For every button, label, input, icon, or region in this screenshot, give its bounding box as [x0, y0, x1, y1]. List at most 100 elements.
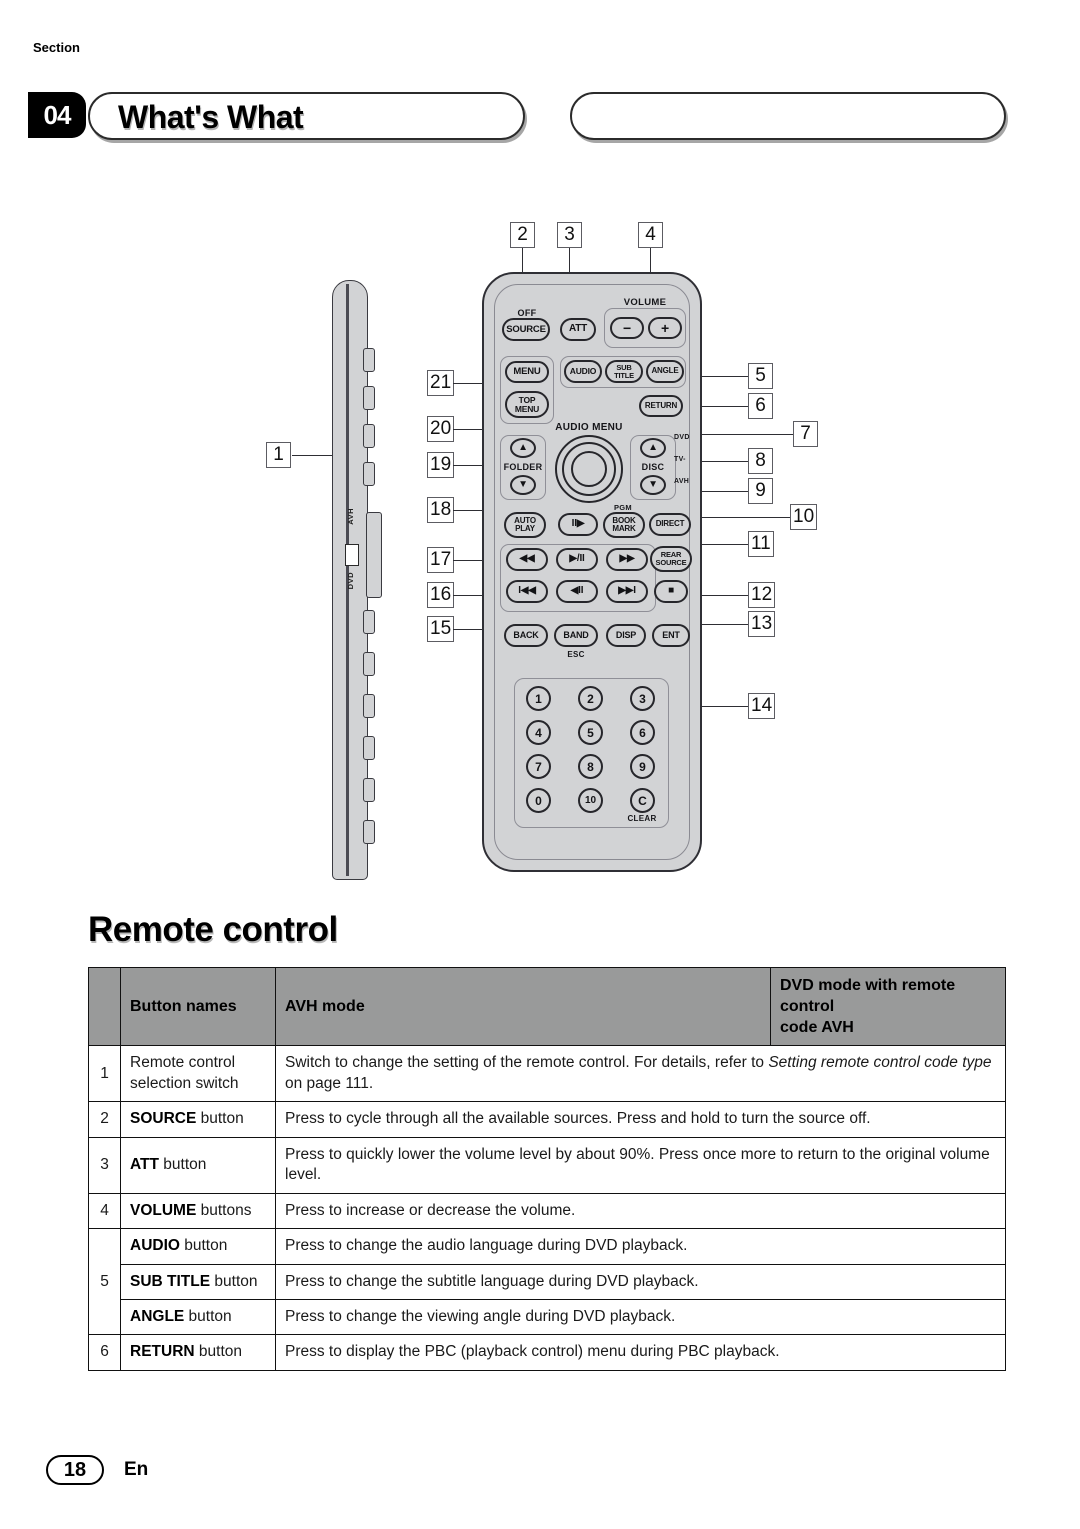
top-menu-button[interactable]: TOP MENU: [505, 391, 549, 418]
stop-button[interactable]: ■: [654, 580, 688, 603]
source-button[interactable]: SOURCE: [502, 318, 550, 341]
cell-description: Press to cycle through all the available…: [275, 1101, 1006, 1138]
volume-label: VOLUME: [623, 297, 667, 308]
cell-button-name: ANGLE button: [120, 1298, 276, 1336]
selector-label-tv: TV-: [674, 456, 686, 463]
sub-title-button[interactable]: SUB TITLE: [605, 360, 643, 383]
keypad-button-9[interactable]: 9: [630, 754, 655, 779]
volume-up-button[interactable]: +: [648, 317, 682, 339]
side-button-5: [363, 610, 375, 634]
att-button[interactable]: ATT: [560, 318, 596, 341]
keypad-button-3[interactable]: 3: [630, 686, 655, 711]
next-track-button[interactable]: ▶▶I: [606, 580, 648, 603]
folder-label: FOLDER: [503, 462, 543, 472]
side-button-8: [363, 736, 375, 760]
folder-up-button[interactable]: ▲: [510, 438, 536, 458]
keypad-button-8[interactable]: 8: [578, 754, 603, 779]
disc-label: DISC: [641, 462, 665, 472]
keypad-button-6[interactable]: 6: [630, 720, 655, 745]
rear-source-button[interactable]: REAR SOURCE: [650, 546, 692, 572]
page-number: 18: [46, 1455, 104, 1485]
side-button-7: [363, 694, 375, 718]
language-code: En: [124, 1459, 149, 1480]
callout-5: 5: [748, 363, 773, 389]
th-number: [88, 966, 121, 1047]
pgm-label: PGM: [614, 503, 632, 512]
callout-13: 13: [748, 611, 776, 637]
keypad-button-0[interactable]: 0: [526, 788, 551, 813]
angle-button[interactable]: ANGLE: [646, 360, 684, 383]
keypad-button-5[interactable]: 5: [578, 720, 603, 745]
top-menu-line2: MENU: [514, 403, 540, 414]
cell-button-name: SOURCE button: [120, 1101, 276, 1138]
callout-15: 15: [427, 616, 455, 642]
audio-button[interactable]: AUDIO: [564, 360, 602, 383]
band-button[interactable]: BAND: [554, 624, 598, 647]
cell-description: Press to change the subtitle language du…: [275, 1263, 1006, 1300]
ent-button[interactable]: ENT: [652, 624, 690, 647]
callout-16: 16: [427, 582, 455, 608]
button-name-bold: ATT: [130, 1155, 159, 1173]
side-button-3: [363, 424, 375, 448]
joystick-center[interactable]: [571, 451, 607, 487]
cell-button-name: Remote control selection switch: [120, 1045, 276, 1103]
th-dvd-line1: DVD mode with remote control: [780, 977, 956, 1016]
menu-button[interactable]: MENU: [505, 361, 549, 383]
callout-18: 18: [427, 497, 455, 523]
cell-description: Press to increase or decrease the volume…: [275, 1192, 1006, 1230]
lead-8: [700, 461, 748, 463]
fast-forward-button[interactable]: ▶▶: [606, 548, 648, 571]
remote-selection-switch: [345, 544, 359, 566]
side-button-2: [363, 386, 375, 410]
rewind-button[interactable]: ◀◀: [506, 548, 548, 571]
disc-down-button[interactable]: ▼: [640, 475, 666, 495]
audio-menu-label: AUDIO MENU: [555, 422, 623, 433]
volume-down-button[interactable]: −: [610, 317, 644, 339]
keypad-button-clear[interactable]: C: [630, 788, 655, 813]
button-name-bold: ANGLE: [130, 1307, 185, 1325]
table-row: SUB TITLE button Press to change the subt…: [89, 1263, 1006, 1300]
callout-2: 2: [510, 222, 535, 248]
keypad-button-7[interactable]: 7: [526, 754, 551, 779]
book-mark-button[interactable]: BOOK MARK: [603, 512, 645, 538]
th-avh-mode: AVH mode: [275, 966, 771, 1047]
off-label: OFF: [517, 308, 537, 318]
page-header: Section 04 What's What: [0, 30, 1080, 140]
esc-label: ESC: [567, 650, 585, 659]
keypad-button-10[interactable]: 10: [578, 788, 603, 813]
return-button[interactable]: RETURN: [639, 395, 683, 417]
keypad-button-2[interactable]: 2: [578, 686, 603, 711]
folder-down-button[interactable]: ▼: [510, 475, 536, 495]
header-blank-pill: [570, 92, 1006, 140]
table-row: 2 SOURCE button Press to cycle through all…: [88, 1101, 1006, 1138]
page-title: What's What: [118, 98, 304, 135]
remote-side-view: AVH DVD: [326, 280, 382, 880]
side-button-10: [363, 820, 375, 844]
sub-title-line2: TITLE: [614, 370, 634, 380]
back-button[interactable]: BACK: [504, 624, 548, 647]
callout-10: 10: [790, 504, 818, 530]
previous-track-button[interactable]: I◀◀: [506, 580, 548, 603]
table-head: Button names AVH mode DVD mode with remo…: [88, 966, 1006, 1047]
table-header-row: Button names AVH mode DVD mode with remo…: [88, 966, 1006, 1047]
frame-reverse-button[interactable]: ◀II: [556, 580, 598, 603]
disp-button[interactable]: DISP: [606, 624, 646, 647]
side-label-avh: AVH: [346, 508, 355, 525]
keypad-button-4[interactable]: 4: [526, 720, 551, 745]
cell-description: Press to change the viewing angle during…: [275, 1298, 1006, 1336]
disc-up-button[interactable]: ▲: [640, 438, 666, 458]
cell-number: 5: [88, 1228, 121, 1336]
callout-3: 3: [557, 222, 582, 248]
cell-description: Press to change the audio language durin…: [275, 1228, 1006, 1265]
direct-button[interactable]: DIRECT: [649, 513, 691, 536]
auto-play-button[interactable]: AUTO PLAY: [504, 512, 546, 538]
keypad-button-1[interactable]: 1: [526, 686, 551, 711]
side-button-4: [363, 462, 375, 486]
button-name-bold: RETURN: [130, 1343, 195, 1361]
table-row: 3 ATT button Press to quickly lower the vo…: [88, 1136, 1006, 1194]
play-pause-button[interactable]: ▶/II: [556, 548, 598, 571]
slow-motion-button[interactable]: II▶: [558, 513, 598, 536]
cell-button-name: VOLUME buttons: [120, 1192, 276, 1230]
cell-button-name: SUB TITLE button: [120, 1263, 276, 1300]
th-dvd-line2: code AVH: [780, 1019, 854, 1037]
